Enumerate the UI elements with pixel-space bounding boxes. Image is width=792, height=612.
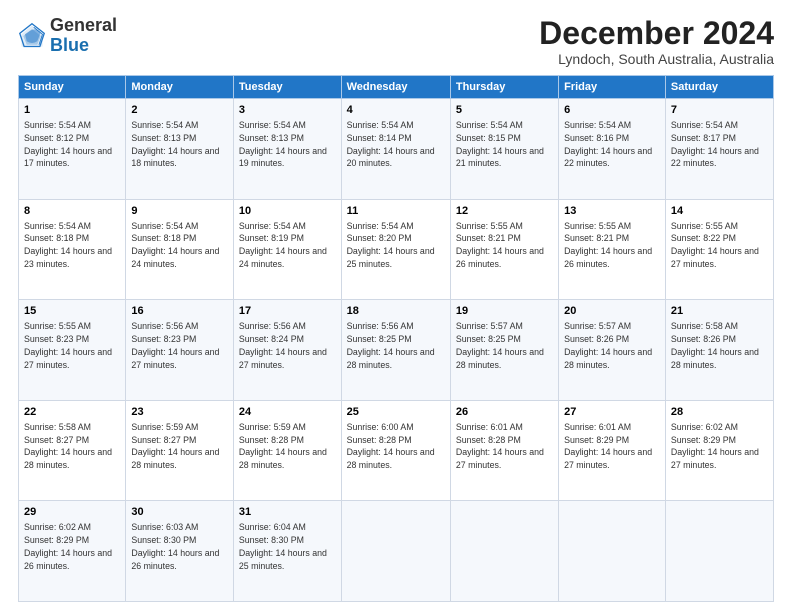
logo-blue-text: Blue — [50, 35, 89, 55]
list-item: 24 Sunrise: 5:59 AMSunset: 8:28 PMDaylig… — [233, 400, 341, 501]
list-item: 22 Sunrise: 5:58 AMSunset: 8:27 PMDaylig… — [19, 400, 126, 501]
logo-general-text: General — [50, 15, 117, 35]
table-row: 1 Sunrise: 5:54 AMSunset: 8:12 PMDayligh… — [19, 99, 774, 200]
list-item: 26 Sunrise: 6:01 AMSunset: 8:28 PMDaylig… — [450, 400, 558, 501]
col-tuesday: Tuesday — [233, 76, 341, 99]
location-text: Lyndoch, South Australia, Australia — [539, 51, 774, 67]
table-row: 8 Sunrise: 5:54 AMSunset: 8:18 PMDayligh… — [19, 199, 774, 300]
list-item: 19 Sunrise: 5:57 AMSunset: 8:25 PMDaylig… — [450, 300, 558, 401]
list-item: 18 Sunrise: 5:56 AMSunset: 8:25 PMDaylig… — [341, 300, 450, 401]
logo-icon — [18, 22, 46, 50]
list-item — [341, 501, 450, 602]
table-row: 15 Sunrise: 5:55 AMSunset: 8:23 PMDaylig… — [19, 300, 774, 401]
col-monday: Monday — [126, 76, 234, 99]
list-item: 17 Sunrise: 5:56 AMSunset: 8:24 PMDaylig… — [233, 300, 341, 401]
col-friday: Friday — [559, 76, 666, 99]
list-item: 27 Sunrise: 6:01 AMSunset: 8:29 PMDaylig… — [559, 400, 666, 501]
list-item: 20 Sunrise: 5:57 AMSunset: 8:26 PMDaylig… — [559, 300, 666, 401]
list-item — [450, 501, 558, 602]
col-wednesday: Wednesday — [341, 76, 450, 99]
table-row: 29 Sunrise: 6:02 AMSunset: 8:29 PMDaylig… — [19, 501, 774, 602]
list-item: 11 Sunrise: 5:54 AMSunset: 8:20 PMDaylig… — [341, 199, 450, 300]
list-item: 3 Sunrise: 5:54 AMSunset: 8:13 PMDayligh… — [233, 99, 341, 200]
list-item: 14 Sunrise: 5:55 AMSunset: 8:22 PMDaylig… — [665, 199, 773, 300]
list-item: 23 Sunrise: 5:59 AMSunset: 8:27 PMDaylig… — [126, 400, 234, 501]
title-block: December 2024 Lyndoch, South Australia, … — [539, 16, 774, 67]
list-item — [559, 501, 666, 602]
list-item: 15 Sunrise: 5:55 AMSunset: 8:23 PMDaylig… — [19, 300, 126, 401]
list-item: 30 Sunrise: 6:03 AMSunset: 8:30 PMDaylig… — [126, 501, 234, 602]
list-item: 5 Sunrise: 5:54 AMSunset: 8:15 PMDayligh… — [450, 99, 558, 200]
list-item: 21 Sunrise: 5:58 AMSunset: 8:26 PMDaylig… — [665, 300, 773, 401]
list-item: 4 Sunrise: 5:54 AMSunset: 8:14 PMDayligh… — [341, 99, 450, 200]
table-row: 22 Sunrise: 5:58 AMSunset: 8:27 PMDaylig… — [19, 400, 774, 501]
list-item: 29 Sunrise: 6:02 AMSunset: 8:29 PMDaylig… — [19, 501, 126, 602]
list-item: 6 Sunrise: 5:54 AMSunset: 8:16 PMDayligh… — [559, 99, 666, 200]
list-item — [665, 501, 773, 602]
list-item: 9 Sunrise: 5:54 AMSunset: 8:18 PMDayligh… — [126, 199, 234, 300]
col-saturday: Saturday — [665, 76, 773, 99]
list-item: 25 Sunrise: 6:00 AMSunset: 8:28 PMDaylig… — [341, 400, 450, 501]
col-thursday: Thursday — [450, 76, 558, 99]
header: General Blue December 2024 Lyndoch, Sout… — [18, 16, 774, 67]
calendar-header-row: Sunday Monday Tuesday Wednesday Thursday… — [19, 76, 774, 99]
list-item: 16 Sunrise: 5:56 AMSunset: 8:23 PMDaylig… — [126, 300, 234, 401]
month-year-title: December 2024 — [539, 16, 774, 51]
list-item: 1 Sunrise: 5:54 AMSunset: 8:12 PMDayligh… — [19, 99, 126, 200]
list-item: 13 Sunrise: 5:55 AMSunset: 8:21 PMDaylig… — [559, 199, 666, 300]
list-item: 28 Sunrise: 6:02 AMSunset: 8:29 PMDaylig… — [665, 400, 773, 501]
page: General Blue December 2024 Lyndoch, Sout… — [0, 0, 792, 612]
list-item: 10 Sunrise: 5:54 AMSunset: 8:19 PMDaylig… — [233, 199, 341, 300]
col-sunday: Sunday — [19, 76, 126, 99]
list-item: 7 Sunrise: 5:54 AMSunset: 8:17 PMDayligh… — [665, 99, 773, 200]
calendar-table: Sunday Monday Tuesday Wednesday Thursday… — [18, 75, 774, 602]
logo-text: General Blue — [50, 16, 117, 56]
list-item: 8 Sunrise: 5:54 AMSunset: 8:18 PMDayligh… — [19, 199, 126, 300]
list-item: 31 Sunrise: 6:04 AMSunset: 8:30 PMDaylig… — [233, 501, 341, 602]
list-item: 12 Sunrise: 5:55 AMSunset: 8:21 PMDaylig… — [450, 199, 558, 300]
logo: General Blue — [18, 16, 117, 56]
list-item: 2 Sunrise: 5:54 AMSunset: 8:13 PMDayligh… — [126, 99, 234, 200]
